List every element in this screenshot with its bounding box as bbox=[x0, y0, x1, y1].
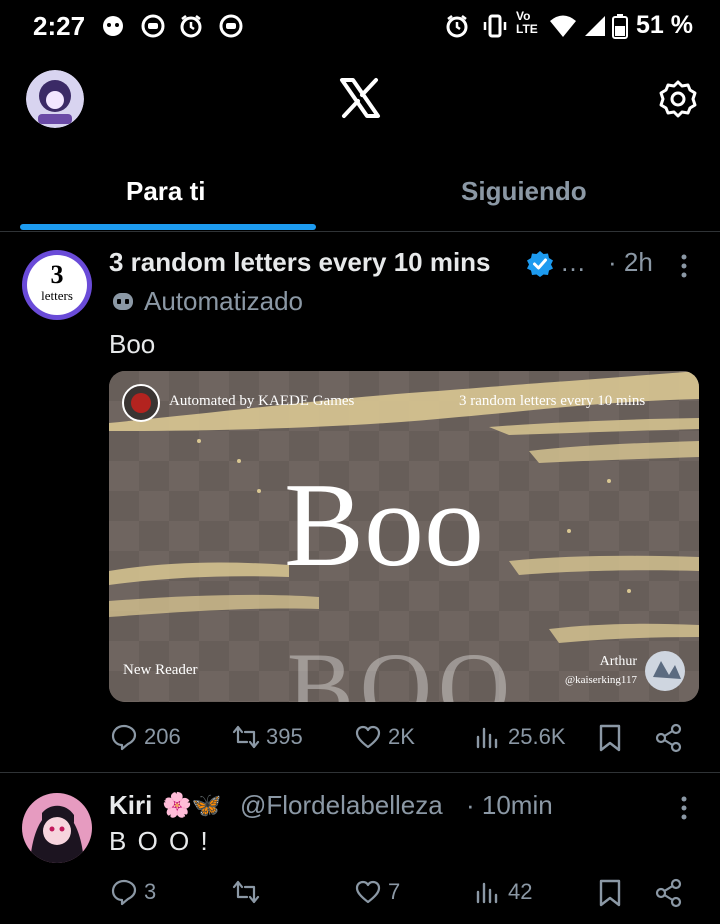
gear-icon[interactable] bbox=[658, 79, 698, 119]
tweet-media-image[interactable]: Automated by KAEDE Games 3 random letter… bbox=[109, 371, 699, 702]
reply-button[interactable]: 3 bbox=[110, 878, 156, 906]
more-options-icon[interactable] bbox=[676, 252, 692, 280]
reply-button[interactable]: 206 bbox=[110, 723, 181, 751]
wifi-icon bbox=[550, 15, 576, 37]
x-logo-icon[interactable] bbox=[338, 76, 382, 120]
tweet-name-overflow: … bbox=[560, 247, 586, 277]
tweet-author-name[interactable]: 3 random letters every 10 mins bbox=[109, 247, 491, 278]
media-author-name: Arthur bbox=[599, 654, 637, 669]
battery-level: 51 % bbox=[636, 11, 693, 39]
game-controller-icon bbox=[103, 16, 123, 36]
heart-icon bbox=[355, 725, 381, 749]
repost-icon bbox=[232, 725, 260, 749]
signal-icon bbox=[585, 16, 605, 36]
tab-siguiendo[interactable]: Siguiendo bbox=[461, 176, 587, 207]
volte-indicator: Vo LTE bbox=[516, 9, 538, 36]
status-bar: 2:27 Vo LTE 51 % bbox=[0, 0, 720, 52]
repost-button[interactable]: 395 bbox=[232, 723, 303, 751]
like-button[interactable]: 2K bbox=[354, 723, 415, 751]
tweet-author-emoji: 🌸🦋 bbox=[162, 792, 222, 819]
verified-badge-icon bbox=[527, 251, 553, 277]
media-reader-label: New Reader bbox=[123, 662, 198, 678]
battery-icon bbox=[612, 14, 628, 39]
bot-icon bbox=[113, 293, 133, 310]
tweet-author-avatar-image: 3 letters bbox=[27, 255, 87, 315]
repost-button[interactable] bbox=[232, 878, 266, 906]
like-button[interactable]: 7 bbox=[354, 878, 400, 906]
repost-icon bbox=[232, 880, 260, 904]
share-icon[interactable] bbox=[654, 878, 684, 908]
active-tab-indicator bbox=[20, 224, 316, 230]
app-notification-icon bbox=[141, 14, 165, 38]
tweet-text: B O O ! bbox=[109, 826, 210, 856]
profile-avatar[interactable] bbox=[26, 70, 84, 128]
bookmark-icon[interactable] bbox=[596, 723, 624, 753]
tweet-author-avatar[interactable] bbox=[22, 793, 92, 863]
repost-count: 395 bbox=[266, 724, 303, 749]
media-main-word: Boo bbox=[284, 458, 485, 591]
more-options-icon[interactable] bbox=[676, 794, 692, 822]
views-button[interactable]: 25.6K bbox=[474, 723, 566, 751]
media-series-title: 3 random letters every 10 mins bbox=[459, 393, 646, 409]
tweet-text: Boo bbox=[109, 329, 156, 359]
reply-icon bbox=[111, 879, 137, 906]
tab-para-ti[interactable]: Para ti bbox=[126, 176, 206, 207]
tweet-timestamp[interactable]: · 10min bbox=[466, 790, 553, 821]
views-count: 25.6K bbox=[508, 724, 566, 749]
views-button[interactable]: 42 bbox=[474, 878, 532, 906]
reply-count: 3 bbox=[144, 879, 157, 904]
share-icon[interactable] bbox=[654, 723, 684, 753]
reply-icon bbox=[111, 724, 137, 751]
like-count: 7 bbox=[388, 879, 401, 904]
views-icon bbox=[476, 882, 498, 904]
status-time: 2:27 bbox=[33, 11, 86, 41]
automated-label[interactable]: Automatizado bbox=[144, 286, 303, 317]
views-count: 42 bbox=[508, 879, 533, 904]
media-reflection-word: Boo bbox=[287, 632, 517, 703]
app-notification-icon bbox=[219, 14, 243, 38]
alarm-icon bbox=[180, 15, 202, 38]
reply-count: 206 bbox=[144, 724, 181, 749]
like-count: 2K bbox=[388, 724, 415, 749]
views-icon bbox=[476, 727, 498, 749]
media-automated-by: Automated by KAEDE Games bbox=[169, 393, 355, 409]
tweet-author-handle[interactable]: @Flordelabelleza bbox=[240, 790, 443, 821]
tweet-timestamp[interactable]: · 2h bbox=[608, 247, 653, 278]
heart-icon bbox=[355, 880, 381, 904]
media-author-handle: @kaiserking117 bbox=[564, 674, 637, 686]
alarm-icon bbox=[446, 15, 468, 38]
bookmark-icon[interactable] bbox=[596, 878, 624, 908]
tweet-author-name[interactable]: Kiri bbox=[109, 790, 152, 821]
vibrate-icon bbox=[483, 14, 507, 38]
